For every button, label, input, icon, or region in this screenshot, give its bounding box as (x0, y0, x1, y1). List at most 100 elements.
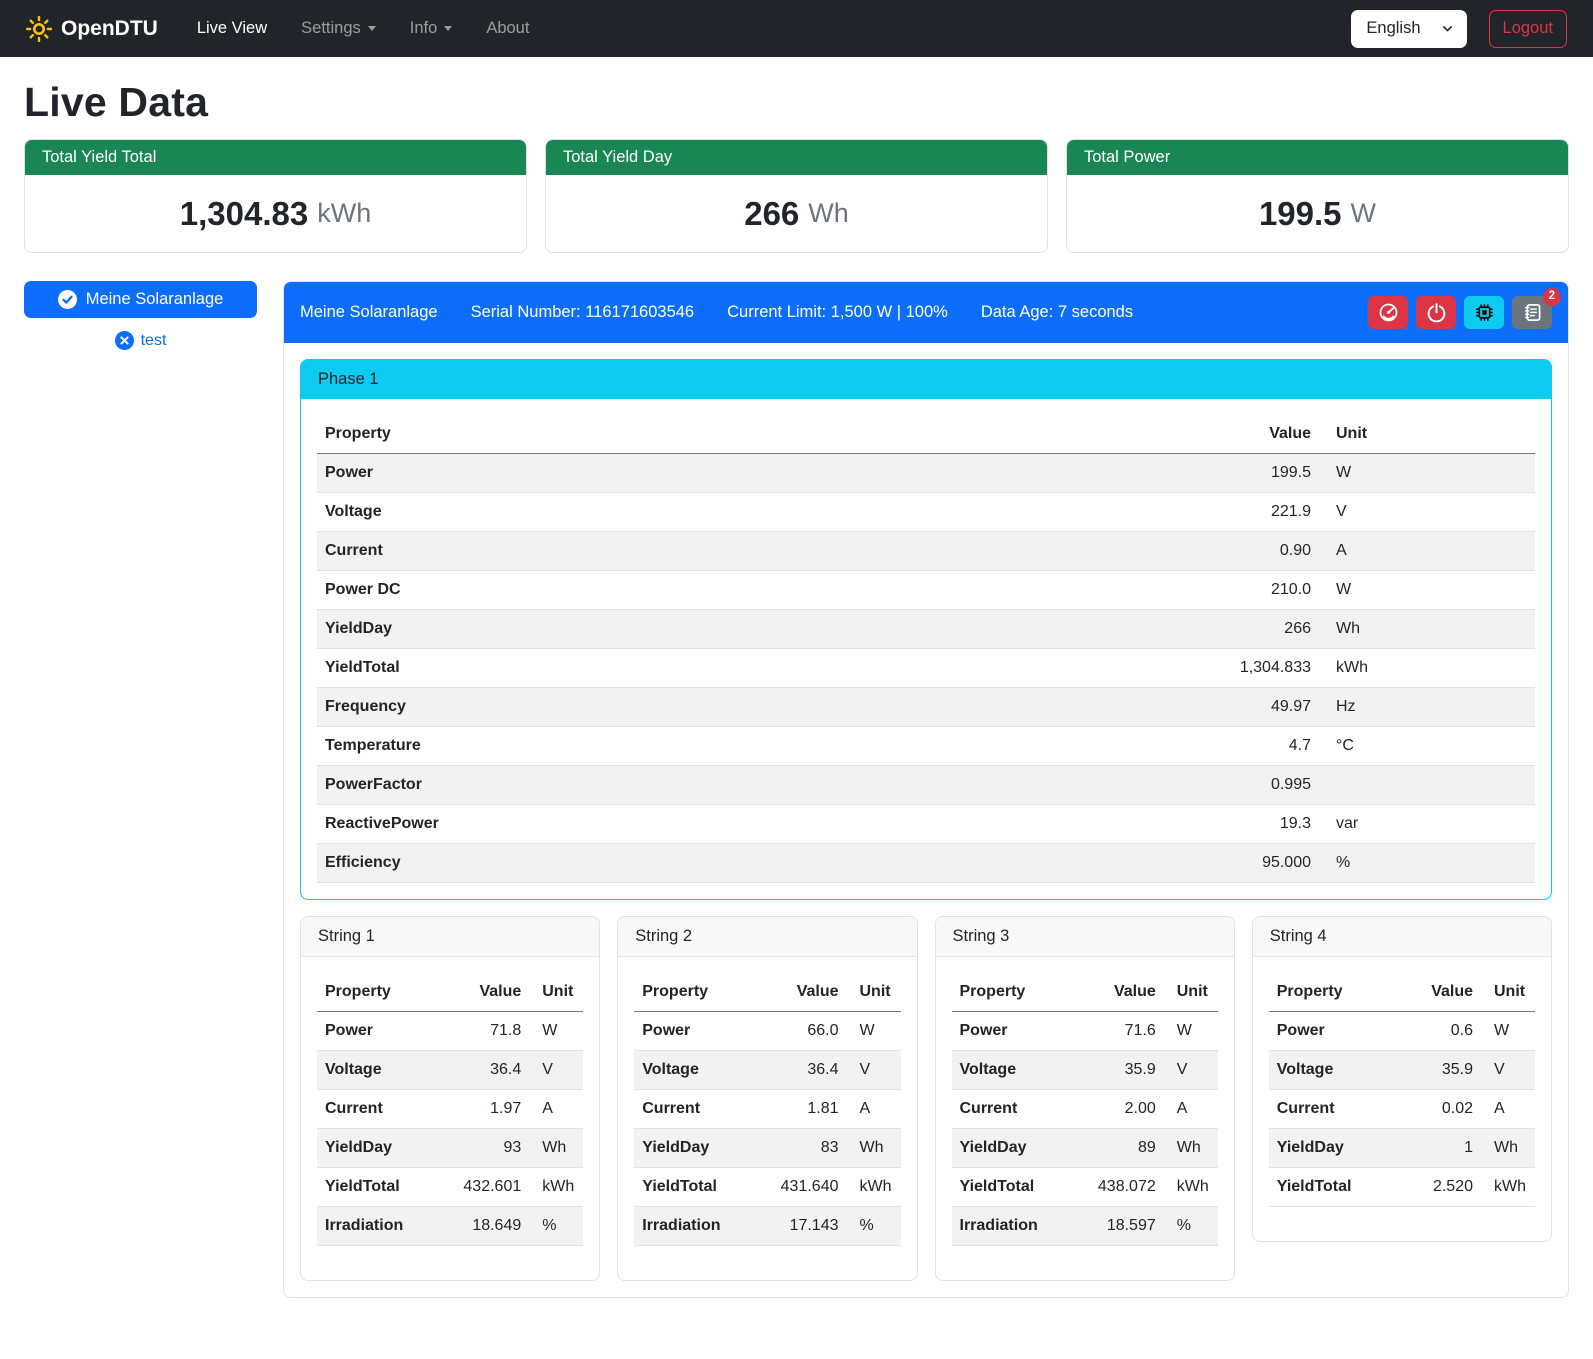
property-cell: Power (634, 1012, 753, 1051)
total-power-card: Total Power 199.5 W (1066, 139, 1569, 253)
value-cell: 4.7 (916, 727, 1319, 766)
unit-cell: W (1164, 1012, 1218, 1051)
unit-column-header: Unit (529, 973, 583, 1012)
table-row: Voltage36.4V (634, 1051, 900, 1090)
table-row: Power66.0W (634, 1012, 900, 1051)
property-cell: Voltage (634, 1051, 753, 1090)
check-circle-icon (58, 290, 77, 309)
total-power-value: 199.5 (1259, 195, 1342, 233)
card-title: Total Power (1067, 140, 1568, 175)
value-cell: 438.072 (1070, 1168, 1163, 1207)
property-column-header: Property (317, 973, 436, 1012)
property-cell: YieldTotal (317, 1168, 436, 1207)
power-icon (1426, 302, 1447, 323)
inverter-list: Meine Solaranlage test (24, 281, 257, 350)
value-cell: 35.9 (1070, 1051, 1163, 1090)
unit-cell: var (1319, 805, 1535, 844)
unit-cell: kWh (1481, 1168, 1535, 1207)
table-row: YieldDay1Wh (1269, 1129, 1535, 1168)
unit-cell: kWh (847, 1168, 901, 1207)
property-column-header: Property (317, 415, 916, 454)
unit-cell: °C (1319, 727, 1535, 766)
inverter-name-label: Meine Solaranlage (86, 290, 224, 309)
property-column-header: Property (952, 973, 1071, 1012)
string-2-card: String 2 Property Value Unit (617, 916, 917, 1281)
unit-cell: V (1319, 493, 1535, 532)
summary-cards-row: Total Yield Total 1,304.83 kWh Total Yie… (24, 139, 1569, 253)
string-2-title: String 2 (618, 917, 916, 957)
nav-item-settings[interactable]: Settings (288, 11, 389, 46)
value-cell: 49.97 (916, 688, 1319, 727)
unit-cell: Wh (1319, 610, 1535, 649)
property-cell: Temperature (317, 727, 916, 766)
nav-item-about[interactable]: About (473, 11, 542, 46)
language-select[interactable]: English (1351, 10, 1466, 48)
table-header-row: Property Value Unit (634, 973, 900, 1012)
property-cell: YieldDay (317, 1129, 436, 1168)
chevron-down-icon (368, 26, 376, 31)
unit-cell: W (529, 1012, 583, 1051)
string-4-table: Property Value Unit Power0.6WVoltage35.9… (1269, 973, 1535, 1207)
card-title: Total Yield Total (25, 140, 526, 175)
table-header-row: Property Value Unit (952, 973, 1218, 1012)
unit-column-header: Unit (1164, 973, 1218, 1012)
property-cell: Current (317, 532, 916, 571)
nav-item-info[interactable]: Info (397, 11, 466, 46)
table-row: Power199.5W (317, 454, 1535, 493)
unit-cell: A (1481, 1090, 1535, 1129)
table-row: Power DC210.0W (317, 571, 1535, 610)
property-cell: YieldDay (952, 1129, 1071, 1168)
string-4-card: String 4 Property Value Unit (1252, 916, 1552, 1242)
property-cell: PowerFactor (317, 766, 916, 805)
table-row: Irradiation18.649% (317, 1207, 583, 1246)
inverter-select-button-active[interactable]: Meine Solaranlage (24, 281, 257, 318)
unit-cell: Wh (847, 1129, 901, 1168)
total-yield-total-unit: kWh (317, 198, 371, 229)
inverter-select-link-test[interactable]: test (24, 331, 257, 350)
limit-settings-button[interactable] (1368, 296, 1408, 329)
device-info-button[interactable] (1464, 296, 1504, 329)
string-3-title: String 3 (936, 917, 1234, 957)
table-row: Current1.97A (317, 1090, 583, 1129)
value-cell: 36.4 (436, 1051, 529, 1090)
unit-cell: V (1481, 1051, 1535, 1090)
nav-item-live-view[interactable]: Live View (184, 11, 280, 46)
unit-cell: % (847, 1207, 901, 1246)
total-power-unit: W (1351, 198, 1376, 229)
value-cell: 266 (916, 610, 1319, 649)
card-title: Total Yield Day (546, 140, 1047, 175)
table-row: Irradiation17.143% (634, 1207, 900, 1246)
unit-cell: A (529, 1090, 583, 1129)
property-cell: YieldTotal (952, 1168, 1071, 1207)
chevron-down-icon (444, 26, 452, 31)
table-row: Voltage221.9V (317, 493, 1535, 532)
unit-cell: % (1319, 844, 1535, 883)
value-cell: 1,304.833 (916, 649, 1319, 688)
value-cell: 1 (1398, 1129, 1481, 1168)
brand[interactable]: OpenDTU (26, 16, 158, 42)
top-navbar: OpenDTU Live View Settings Info About En… (0, 0, 1593, 57)
logout-button[interactable]: Logout (1489, 10, 1567, 48)
property-cell: Current (952, 1090, 1071, 1129)
value-cell: 2.520 (1398, 1168, 1481, 1207)
value-cell: 89 (1070, 1129, 1163, 1168)
data-age: Data Age: 7 seconds (981, 303, 1133, 322)
inverter-name: Meine Solaranlage (300, 303, 438, 322)
unit-cell: V (847, 1051, 901, 1090)
power-toggle-button[interactable] (1416, 296, 1456, 329)
unit-cell: Wh (1481, 1129, 1535, 1168)
value-cell: 221.9 (916, 493, 1319, 532)
unit-cell: kWh (529, 1168, 583, 1207)
property-cell: YieldDay (317, 610, 916, 649)
property-cell: Current (634, 1090, 753, 1129)
value-cell: 36.4 (753, 1051, 846, 1090)
value-cell: 95.000 (916, 844, 1319, 883)
value-cell: 18.649 (436, 1207, 529, 1246)
table-row: Voltage35.9V (1269, 1051, 1535, 1090)
value-cell: 35.9 (1398, 1051, 1481, 1090)
event-log-button[interactable]: 2 (1512, 296, 1552, 329)
brand-label: OpenDTU (61, 17, 158, 41)
property-cell: Power (317, 1012, 436, 1051)
total-yield-total-card: Total Yield Total 1,304.83 kWh (24, 139, 527, 253)
value-column-header: Value (1070, 973, 1163, 1012)
